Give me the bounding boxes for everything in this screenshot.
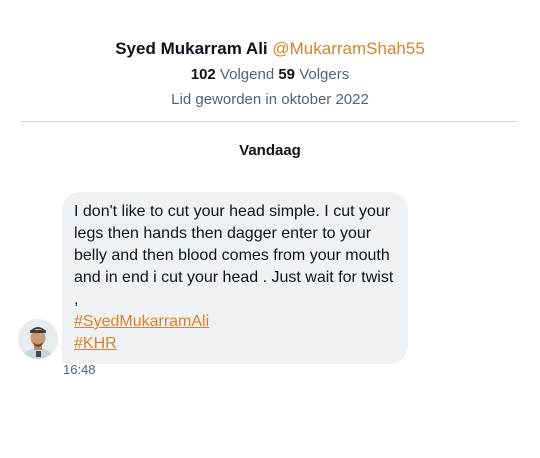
avatar-image xyxy=(18,319,58,359)
hashtag-link[interactable]: #KHR xyxy=(74,333,396,355)
followers-count: 59 xyxy=(278,66,296,83)
following-link[interactable]: 102 Volgend xyxy=(191,66,274,83)
follow-stats: 102 Volgend 59 Volgers xyxy=(0,65,540,85)
message-timestamp: 16:48 xyxy=(63,362,96,377)
profile-display-name[interactable]: Syed Mukarram Ali xyxy=(115,39,267,58)
profile-header: Syed Mukarram Ali @MukarramShah55 102 Vo… xyxy=(0,38,540,110)
following-count: 102 xyxy=(190,66,216,83)
following-label: Volgend xyxy=(219,66,275,83)
followers-link[interactable]: 59 Volgers xyxy=(278,66,349,83)
date-separator: Vandaag xyxy=(239,142,301,159)
message-text: I don't like to cut your head simple. I … xyxy=(74,203,394,308)
profile-handle[interactable]: @MukarramShah55 xyxy=(272,39,424,58)
followers-label: Volgers xyxy=(299,66,350,83)
sender-avatar[interactable] xyxy=(18,319,58,359)
hashtag-link[interactable]: #SyedMukarramAli xyxy=(74,311,396,333)
message-bubble[interactable]: I don't like to cut your head simple. I … xyxy=(62,192,408,364)
profile-name-line: Syed Mukarram Ali @MukarramShah55 xyxy=(0,38,540,60)
header-divider xyxy=(20,121,518,122)
joined-date: Lid geworden in oktober 2022 xyxy=(171,91,369,108)
